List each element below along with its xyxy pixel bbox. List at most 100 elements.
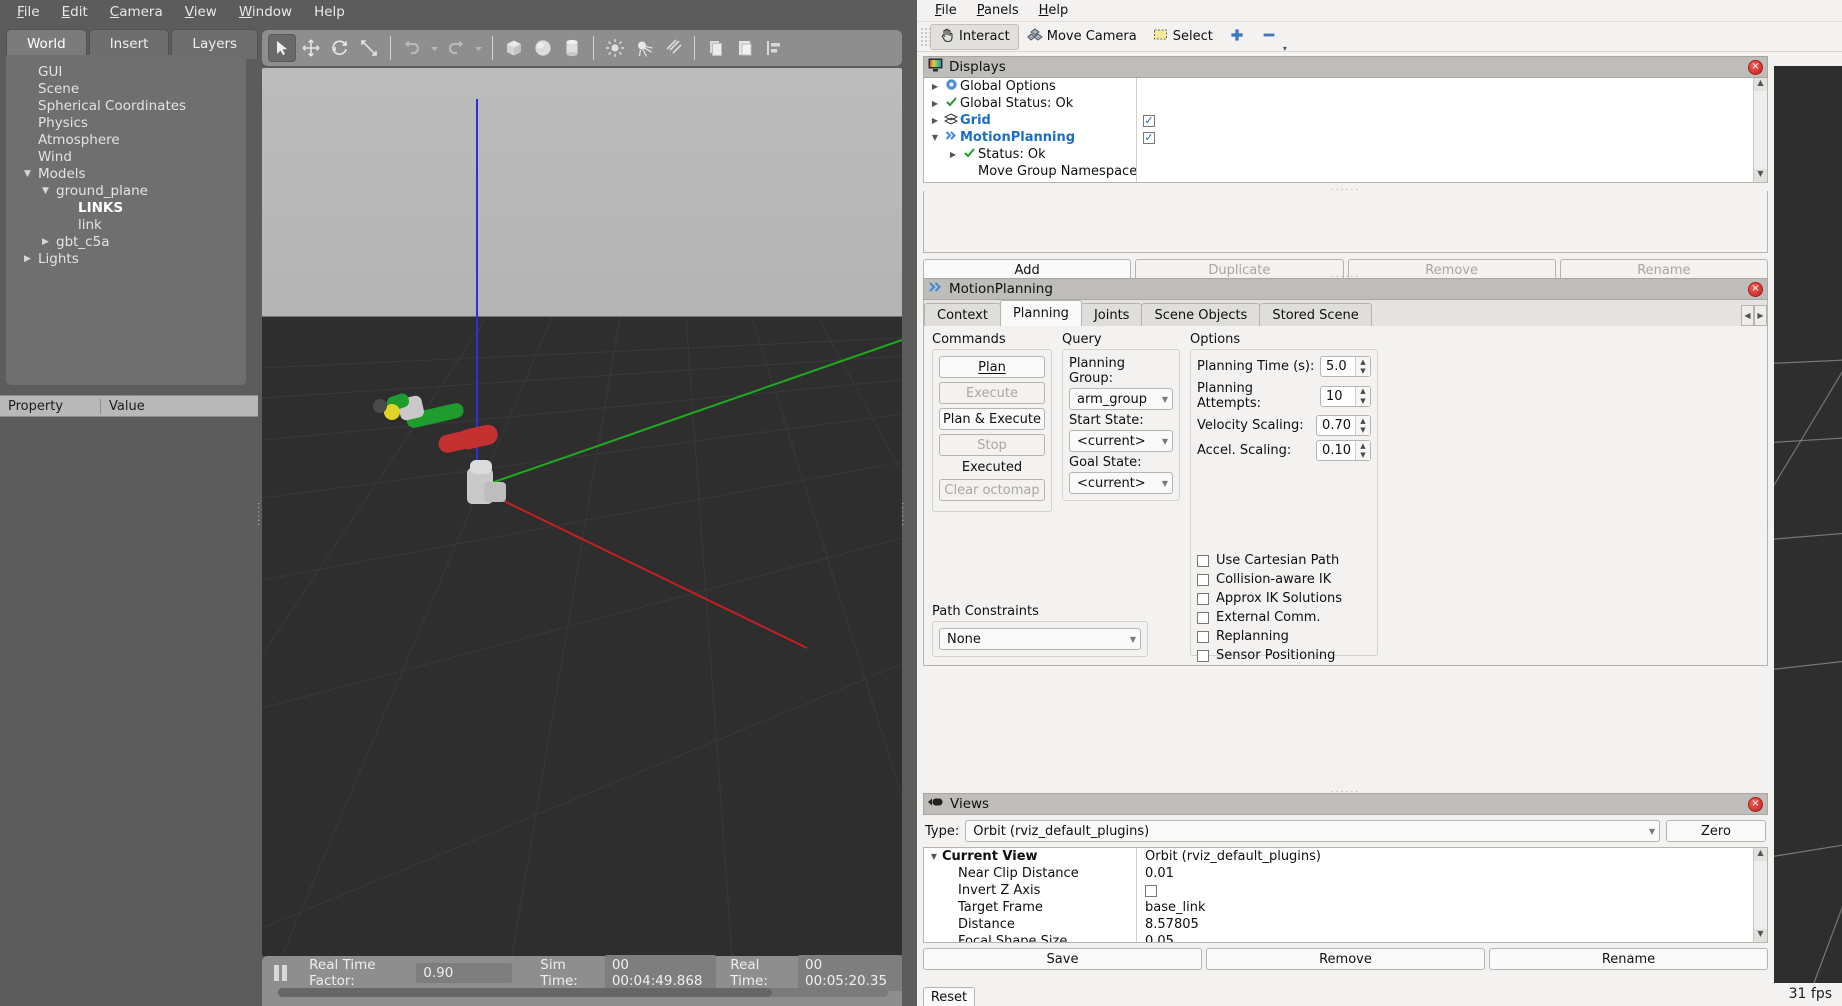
spinner-up-icon[interactable]: ▲: [1356, 441, 1370, 451]
gazebo-tree-item[interactable]: Spherical Coordinates: [6, 97, 246, 114]
tool-remove[interactable]: ▾: [1253, 24, 1287, 53]
plan-button[interactable]: Plan: [939, 356, 1045, 378]
spinner-arrows[interactable]: ▲ ▼: [1355, 416, 1370, 435]
spinner-up-icon[interactable]: ▲: [1356, 357, 1370, 367]
option-checkbox[interactable]: [1197, 592, 1209, 605]
cylinder-icon[interactable]: [558, 34, 586, 62]
directional-light-icon[interactable]: [659, 34, 687, 62]
views-tree[interactable]: ▼ Current View Near Clip Distance Invert Z …: [923, 847, 1768, 943]
view-property-row[interactable]: Focal Shape Size: [924, 933, 1136, 942]
chevron-down-icon[interactable]: ▼: [24, 169, 38, 179]
gazebo-tree-item[interactable]: Wind: [6, 148, 246, 165]
rviz-left-splitter[interactable]: ......: [1764, 510, 1774, 540]
mp-tab-planning[interactable]: Planning: [999, 300, 1082, 326]
gazebo-tree-item[interactable]: ▶ gbt_c5a: [6, 233, 246, 250]
execute-button[interactable]: Execute: [939, 382, 1045, 404]
zero-view-button[interactable]: Zero: [1666, 820, 1766, 842]
gazebo-menu-view[interactable]: View: [174, 2, 228, 22]
gazebo-tree-item[interactable]: link: [6, 216, 246, 233]
scroll-up-icon[interactable]: ▲: [1754, 848, 1767, 861]
gazebo-tree-item[interactable]: Atmosphere: [6, 131, 246, 148]
view-property-row[interactable]: Near Clip Distance: [924, 865, 1136, 882]
gazebo-menu-camera[interactable]: Camera: [99, 2, 174, 22]
view-property-row[interactable]: Distance: [924, 916, 1136, 933]
spinner-arrows[interactable]: ▲ ▼: [1355, 441, 1370, 460]
view-property-value-cell[interactable]: 8.57805: [1137, 916, 1753, 933]
gazebo-tree-item[interactable]: Physics: [6, 114, 246, 131]
views-type-select[interactable]: Orbit (rviz_default_plugins) ▼: [965, 820, 1660, 842]
chevron-right-icon[interactable]: ▶: [946, 150, 960, 159]
option-spinner[interactable]: 10 ▲ ▼: [1320, 385, 1371, 407]
view-property-value-cell[interactable]: 0.05: [1137, 933, 1753, 942]
mp-tab-stored-scene[interactable]: Stored Scene: [1259, 303, 1372, 326]
mp-tab-scroll[interactable]: ◀ ▶: [1741, 305, 1767, 326]
gazebo-menu-help[interactable]: Help: [303, 2, 356, 22]
chevron-right-icon[interactable]: ▶: [928, 116, 942, 125]
view-property-value-cell[interactable]: Orbit (rviz_default_plugins): [1137, 848, 1753, 865]
rviz-menu-panels[interactable]: Panels: [967, 1, 1029, 20]
save-view-button[interactable]: Save: [923, 948, 1202, 970]
chevron-right-icon[interactable]: ▶: [928, 99, 942, 108]
scroll-thumb[interactable]: [1754, 91, 1767, 169]
step-icon[interactable]: .: [295, 966, 299, 981]
rotate-icon[interactable]: [326, 34, 354, 62]
displays-close-icon[interactable]: ×: [1748, 59, 1763, 75]
option-checkbox[interactable]: [1197, 573, 1209, 586]
gazebo-tree-item[interactable]: GUI: [6, 63, 246, 80]
gazebo-tree-item[interactable]: ▼ ground_plane: [6, 182, 246, 199]
gazebo-menu-window[interactable]: Window: [228, 2, 303, 22]
point-light-icon[interactable]: [601, 34, 629, 62]
tool-select[interactable]: Select: [1145, 24, 1221, 50]
gazebo-tree-item[interactable]: ▼ Models: [6, 165, 246, 182]
option-checkbox[interactable]: [1197, 611, 1209, 624]
chevron-down-icon[interactable]: ▼: [926, 852, 942, 861]
display-enabled-checkbox[interactable]: ✓: [1143, 114, 1155, 127]
clear-octomap-button[interactable]: Clear octomap: [939, 479, 1045, 501]
tool-move-camera[interactable]: Move Camera: [1019, 24, 1145, 50]
scroll-down-icon[interactable]: ▼: [1754, 929, 1767, 942]
paste-icon[interactable]: [731, 34, 759, 62]
spinner-down-icon[interactable]: ▼: [1356, 367, 1370, 377]
gazebo-timeline-scrollbar[interactable]: [278, 988, 888, 997]
motion-planning-resize-handle[interactable]: ......: [923, 270, 1768, 280]
scale-icon[interactable]: [355, 34, 383, 62]
copy-icon[interactable]: [702, 34, 730, 62]
chevron-down-icon[interactable]: ▼: [42, 186, 56, 196]
tab-scroll-left-icon[interactable]: ◀: [1741, 305, 1754, 326]
spinner-up-icon[interactable]: ▲: [1356, 416, 1370, 426]
gazebo-panel-splitter-handle[interactable]: ......: [110, 389, 144, 399]
option-spinner-value[interactable]: 5.0: [1321, 357, 1355, 376]
gazebo-tree-item[interactable]: Scene: [6, 80, 246, 97]
view-property-value-cell[interactable]: 0.01: [1137, 865, 1753, 882]
display-enabled-checkbox[interactable]: ✓: [1143, 131, 1155, 144]
goal-state-select[interactable]: <current> ▼: [1069, 472, 1173, 494]
spinner-arrows[interactable]: ▲ ▼: [1355, 386, 1370, 406]
rename-view-button[interactable]: Rename: [1489, 948, 1768, 970]
plan-and-execute-button[interactable]: Plan & Execute: [939, 408, 1045, 430]
spinner-down-icon[interactable]: ▼: [1356, 426, 1370, 436]
gazebo-timeline-thumb[interactable]: [278, 988, 773, 997]
scroll-up-icon[interactable]: ▲: [1754, 78, 1767, 91]
box-icon[interactable]: [500, 34, 528, 62]
option-checkbox-row[interactable]: Use Cartesian Path: [1197, 553, 1371, 568]
gazebo-tree-item[interactable]: ▶ Lights: [6, 250, 246, 267]
start-state-select[interactable]: <current> ▼: [1069, 430, 1173, 452]
option-spinner-value[interactable]: 10: [1321, 387, 1355, 406]
spot-light-icon[interactable]: [630, 34, 658, 62]
rviz-3d-viewport[interactable]: [1774, 66, 1842, 983]
option-checkbox-row[interactable]: Sensor Positioning: [1197, 648, 1371, 663]
rviz-menu-file[interactable]: File: [925, 1, 967, 20]
redo-icon[interactable]: [442, 34, 470, 62]
option-spinner-value[interactable]: 0.10: [1317, 441, 1355, 460]
option-spinner[interactable]: 0.10 ▲ ▼: [1316, 440, 1371, 461]
tool-interact[interactable]: Interact: [930, 23, 1019, 50]
chevron-down-icon[interactable]: ▼: [928, 133, 942, 142]
scroll-down-icon[interactable]: ▼: [1754, 169, 1767, 182]
align-icon[interactable]: [760, 34, 788, 62]
chevron-right-icon[interactable]: ▶: [24, 254, 38, 264]
gazebo-right-splitter[interactable]: ......: [899, 500, 910, 530]
view-property-value-cell[interactable]: base_link: [1137, 899, 1753, 916]
gazebo-world-tree[interactable]: GUI Scene Spherical Coordinates Physics Atmo…: [6, 55, 246, 385]
chevron-right-icon[interactable]: ▶: [928, 82, 942, 91]
spinner-down-icon[interactable]: ▼: [1356, 396, 1370, 406]
